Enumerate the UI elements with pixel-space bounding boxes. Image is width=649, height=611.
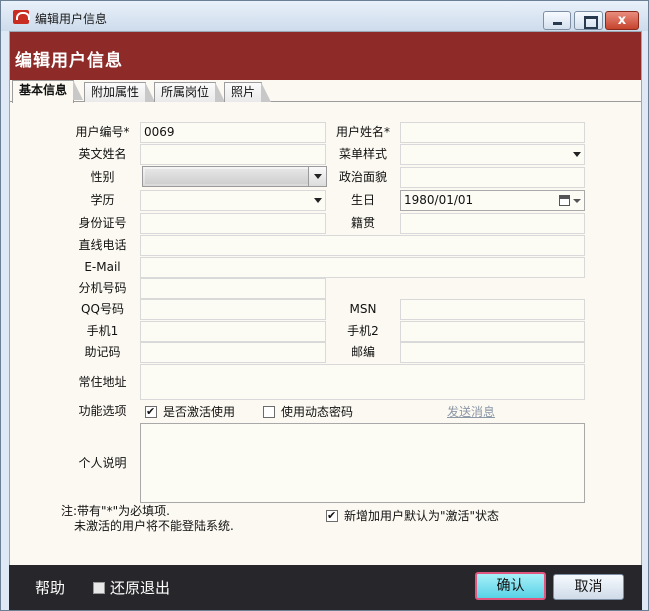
restore-exit-checkbox[interactable] xyxy=(93,582,105,594)
dialog-content: 编辑用户信息 基本信息 附加属性 所属岗位 照片 用户编号* 0069 用户姓名… xyxy=(9,31,642,608)
page-title: 编辑用户信息 xyxy=(15,51,123,71)
mobile1-input[interactable] xyxy=(140,321,326,342)
gender-select[interactable] xyxy=(142,166,327,187)
note-line-1: 注:带有"*"为必填项. xyxy=(61,504,170,518)
menu-style-label: 菜单样式 xyxy=(338,147,387,161)
id-no-label: 身份证号 xyxy=(78,216,127,230)
postcode-input[interactable] xyxy=(400,342,585,363)
header-band: 编辑用户信息 xyxy=(10,32,641,80)
minimize-button[interactable] xyxy=(543,11,571,30)
default-activate-row[interactable]: 新增加用户默认为"激活"状态 xyxy=(326,508,499,524)
native-place-label: 籍贯 xyxy=(350,216,375,230)
mobile1-label: 手机1 xyxy=(86,324,119,338)
education-select[interactable] xyxy=(140,190,326,211)
note-line-2: 未激活的用户将不能登陆系统. xyxy=(74,519,234,533)
direct-phone-input[interactable] xyxy=(140,235,585,256)
msn-input[interactable] xyxy=(400,299,585,320)
education-label: 学历 xyxy=(90,193,115,207)
dynamic-password-label: 使用动态密码 xyxy=(281,405,354,419)
mobile2-input[interactable] xyxy=(400,321,585,342)
mobile2-label: 手机2 xyxy=(347,324,379,338)
extension-label: 分机号码 xyxy=(78,281,127,295)
tab-extra-attributes[interactable]: 附加属性 xyxy=(84,82,156,102)
default-activate-checkbox[interactable] xyxy=(326,508,338,524)
mnemonic-label: 助记码 xyxy=(84,345,121,359)
dynamic-password-checkbox-row[interactable]: 使用动态密码 xyxy=(263,404,353,420)
mnemonic-input[interactable] xyxy=(140,342,326,363)
maximize-button[interactable] xyxy=(574,11,603,30)
activate-checkbox[interactable] xyxy=(145,404,157,420)
qq-label: QQ号码 xyxy=(81,302,124,316)
tab-positions[interactable]: 所属岗位 xyxy=(154,82,226,102)
help-link[interactable]: 帮助 xyxy=(35,577,65,598)
user-no-input[interactable]: 0069 xyxy=(140,122,326,143)
dialog-window: 编辑用户信息 x 编辑用户信息 基本信息 附加属性 所属岗位 照片 用户编号* … xyxy=(0,0,649,611)
close-button[interactable]: x xyxy=(605,11,639,30)
restore-exit-option[interactable]: 还原退出 xyxy=(93,577,170,598)
window-title: 编辑用户信息 xyxy=(35,12,108,26)
tab-photo[interactable]: 照片 xyxy=(224,82,272,102)
postcode-label: 邮编 xyxy=(350,345,375,359)
birthday-value: 1980/01/01 xyxy=(404,193,474,207)
tab-strip: 基本信息 附加属性 所属岗位 照片 xyxy=(10,80,641,103)
send-message-link[interactable]: 发送消息 xyxy=(447,403,495,420)
gender-label: 性别 xyxy=(90,170,115,184)
cancel-button[interactable]: 取消 xyxy=(553,574,624,600)
required-notes: 注:带有"*"为必填项. 未激活的用户将不能登陆系统. xyxy=(61,504,234,534)
footer-bar: 帮助 还原退出 确认 取消 xyxy=(9,565,642,610)
user-name-label: 用户姓名* xyxy=(335,125,390,139)
title-bar[interactable]: 编辑用户信息 x xyxy=(1,1,648,31)
political-label: 政治面貌 xyxy=(338,170,387,184)
activate-checkbox-row[interactable]: 是否激活使用 xyxy=(145,404,235,420)
menu-style-select[interactable] xyxy=(400,144,585,165)
ok-button[interactable]: 确认 xyxy=(475,572,546,600)
tab-basic-info[interactable]: 基本信息 xyxy=(12,80,84,103)
app-icon xyxy=(13,10,30,24)
chevron-down-icon xyxy=(314,198,322,203)
chevron-down-icon xyxy=(314,174,322,179)
english-name-label: 英文姓名 xyxy=(78,147,127,161)
description-label: 个人说明 xyxy=(78,456,127,470)
chevron-down-icon xyxy=(573,152,581,157)
address-input[interactable] xyxy=(140,364,585,400)
address-label: 常住地址 xyxy=(78,375,127,389)
options-label: 功能选项 xyxy=(78,404,127,418)
native-place-input[interactable] xyxy=(400,213,585,234)
political-input[interactable] xyxy=(400,167,585,188)
birthday-date-picker[interactable]: 1980/01/01 xyxy=(400,190,585,211)
extension-input[interactable] xyxy=(140,278,326,299)
email-label: E-Mail xyxy=(84,260,121,274)
birthday-label: 生日 xyxy=(350,193,375,207)
direct-phone-label: 直线电话 xyxy=(78,238,127,252)
calendar-icon[interactable] xyxy=(559,195,570,206)
dynamic-password-checkbox[interactable] xyxy=(263,406,275,418)
gender-dropdown-button[interactable] xyxy=(308,167,326,186)
close-icon: x xyxy=(617,13,627,28)
chevron-down-icon[interactable] xyxy=(573,199,581,203)
description-textarea[interactable] xyxy=(140,423,585,503)
activate-label: 是否激活使用 xyxy=(163,405,236,419)
restore-exit-label: 还原退出 xyxy=(110,579,171,597)
id-no-input[interactable] xyxy=(140,213,326,234)
gender-value xyxy=(145,169,308,184)
default-activate-label: 新增加用户默认为"激活"状态 xyxy=(344,509,500,523)
email-field[interactable] xyxy=(140,257,585,278)
msn-label: MSN xyxy=(349,302,377,316)
user-no-label: 用户编号* xyxy=(75,125,130,139)
qq-input[interactable] xyxy=(140,299,326,320)
english-name-input[interactable] xyxy=(140,144,326,165)
user-name-input[interactable] xyxy=(400,122,585,143)
